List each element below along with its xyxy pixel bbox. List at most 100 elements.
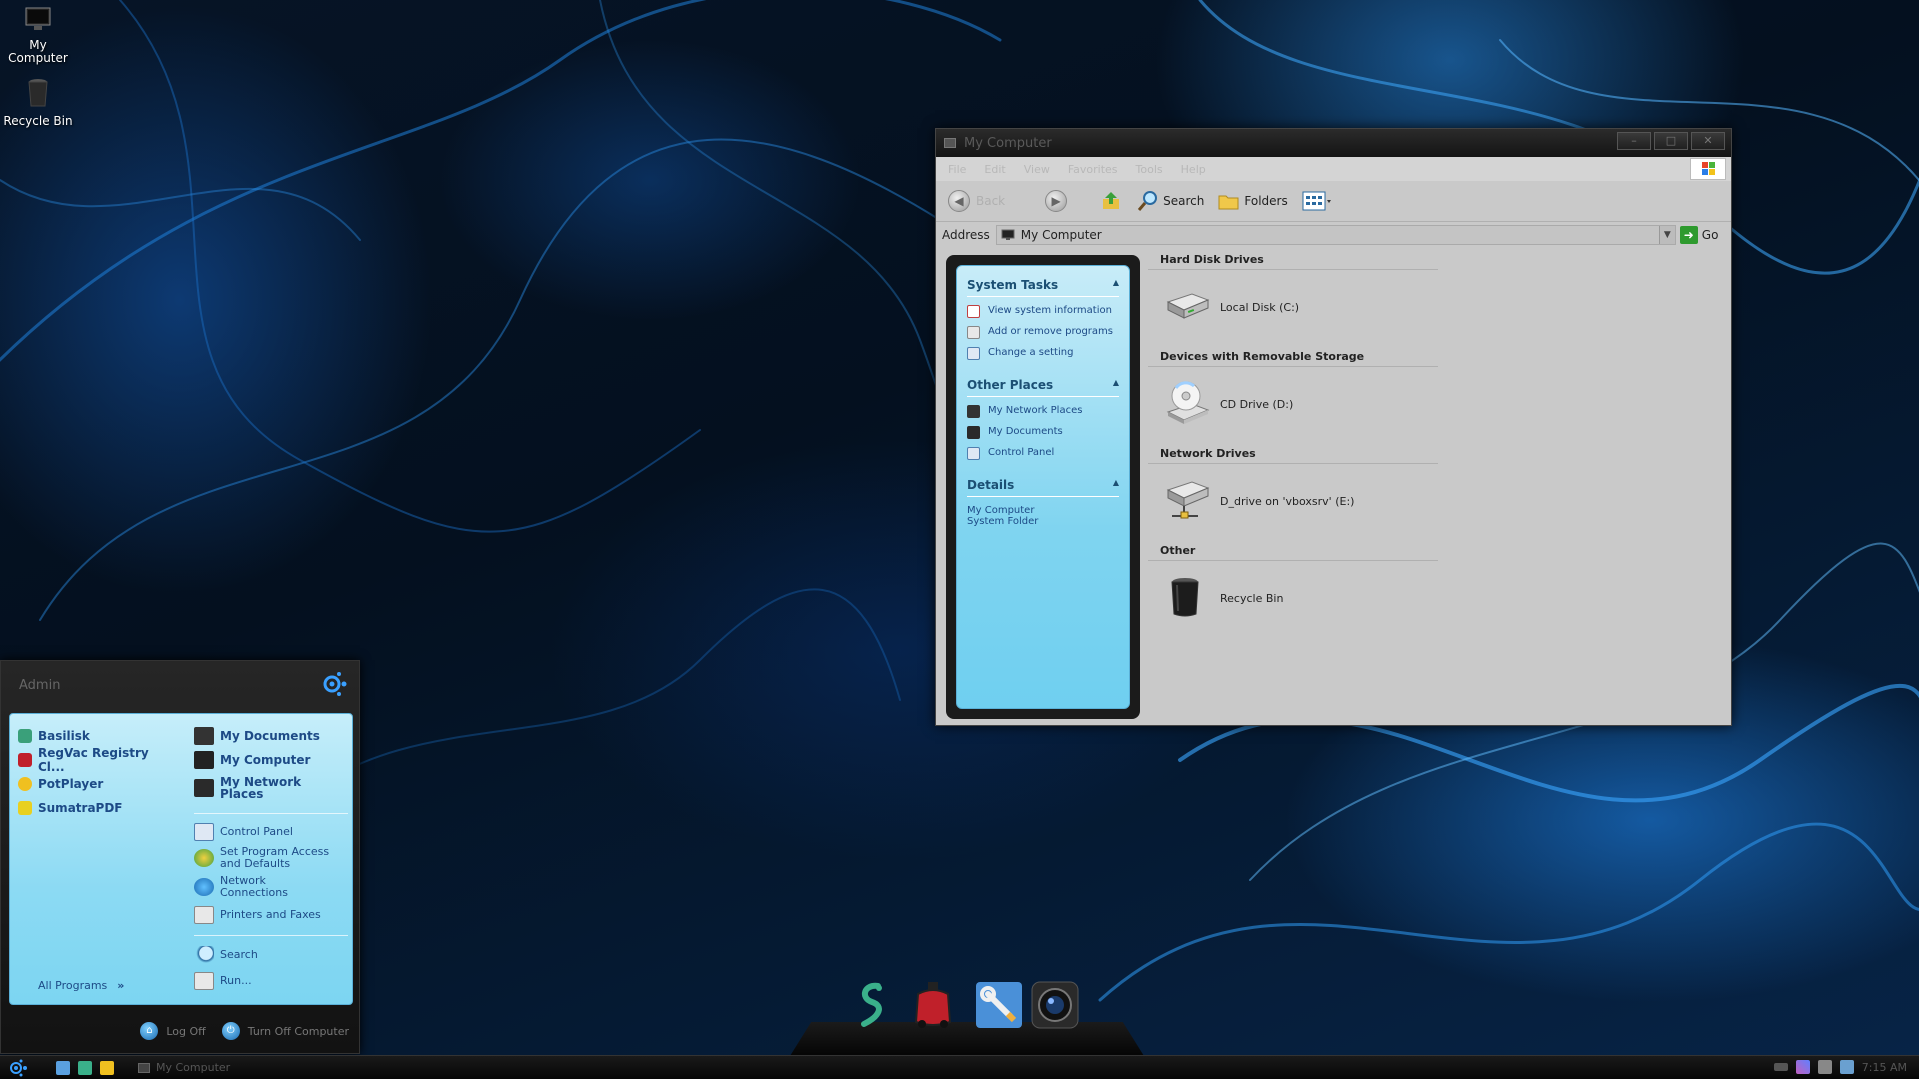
maximize-button[interactable]: □ <box>1654 132 1688 150</box>
menu-label: Run... <box>220 974 252 987</box>
keyboard-icon[interactable] <box>1773 1063 1788 1071</box>
windows-logo-icon <box>1690 158 1726 180</box>
menu-label: Places <box>220 787 264 801</box>
menu-my-computer[interactable]: My Computer <box>194 748 348 772</box>
group-header-network: Network Drives <box>1148 441 1438 464</box>
system-tasks-title: System Tasks <box>967 278 1059 292</box>
menu-label: My Documents <box>220 729 320 743</box>
run-icon <box>194 972 214 990</box>
taskbar-button-my-computer[interactable]: My Computer <box>138 1061 230 1074</box>
program-sumatrapdf[interactable]: SumatraPDF <box>18 796 174 820</box>
address-bar: Address My Computer ▼ ➜ Go <box>936 221 1731 247</box>
menu-search[interactable]: Search <box>194 942 348 968</box>
item-local-disk-c[interactable]: Local Disk (C:) <box>1148 270 1728 344</box>
control-panel-icon <box>967 447 980 460</box>
program-potplayer[interactable]: PotPlayer <box>18 772 174 796</box>
menu-printers-faxes[interactable]: Printers and Faxes <box>194 902 348 928</box>
user-avatar <box>319 669 349 699</box>
quick-launch-explorer-icon[interactable] <box>56 1060 70 1075</box>
quick-launch-basilisk-icon[interactable] <box>78 1060 92 1075</box>
menu-view[interactable]: View <box>1024 163 1050 176</box>
log-off-label: Log Off <box>166 1024 206 1038</box>
dock-camera[interactable] <box>1030 980 1080 1030</box>
clock: 7:15 AM <box>1861 1060 1907 1074</box>
recycle-bin-icon <box>1170 577 1200 620</box>
menu-favorites[interactable]: Favorites <box>1068 163 1118 176</box>
potplayer-icon <box>18 777 32 791</box>
program-regvac[interactable]: RegVac Registry Cl... <box>18 746 174 774</box>
details-header[interactable]: Details ▲ <box>967 478 1119 497</box>
item-label: Recycle Bin <box>1220 591 1284 605</box>
log-off-button[interactable]: ⌂ Log Off <box>140 1022 206 1040</box>
user-name: Admin <box>19 677 61 693</box>
all-programs-label: All Programs <box>38 979 108 992</box>
desktop-icon-my-computer[interactable]: My Computer <box>0 6 76 65</box>
place-control-panel[interactable]: Control Panel <box>967 447 1119 460</box>
documents-icon <box>967 426 980 439</box>
taskbar: My Computer 7:15 AM <box>0 1055 1919 1079</box>
menu-control-panel[interactable]: Control Panel <box>194 820 348 844</box>
address-dropdown-button[interactable]: ▼ <box>1658 225 1675 244</box>
menu-label: Search <box>220 948 258 961</box>
dock-regvac[interactable] <box>908 980 958 1030</box>
menu-run[interactable]: Run... <box>194 968 348 994</box>
desktop-icon-recycle-bin[interactable]: Recycle Bin <box>0 78 76 128</box>
folders-button[interactable]: Folders <box>1218 191 1288 211</box>
shield-icon[interactable] <box>1839 1060 1854 1074</box>
pen-icon[interactable] <box>1795 1060 1810 1074</box>
dock-tools[interactable] <box>974 980 1024 1030</box>
item-cd-drive-d[interactable]: CD Drive (D:) <box>1148 367 1728 441</box>
forward-button[interactable]: ▶ <box>1045 190 1073 212</box>
address-label: Address <box>942 227 990 242</box>
task-pane: System Tasks ▲ View system information A… <box>946 255 1140 719</box>
close-button[interactable]: ✕ <box>1691 132 1725 150</box>
all-programs-button[interactable]: All Programs » <box>38 979 124 992</box>
task-label: Change a setting <box>988 347 1074 358</box>
program-label: PotPlayer <box>38 777 104 791</box>
menu-file[interactable]: File <box>948 163 966 176</box>
folders-label: Folders <box>1244 194 1288 208</box>
window-titlebar[interactable]: My Computer – □ ✕ <box>936 129 1731 157</box>
task-view-system-info[interactable]: View system information <box>967 305 1119 318</box>
start-button[interactable] <box>0 1056 36 1079</box>
search-button[interactable]: Search <box>1137 190 1204 212</box>
turn-off-button[interactable]: ⏻ Turn Off Computer <box>221 1022 349 1040</box>
item-recycle-bin[interactable]: Recycle Bin <box>1148 561 1728 635</box>
back-arrow-icon: ◀ <box>948 190 970 212</box>
control-panel-icon <box>194 823 214 841</box>
program-basilisk[interactable]: Basilisk <box>18 724 174 748</box>
folder-icon <box>1218 195 1239 210</box>
program-access-icon <box>194 849 214 867</box>
collapse-icon: ▲ <box>1112 478 1119 487</box>
views-button[interactable] <box>1302 191 1332 211</box>
task-change-setting[interactable]: Change a setting <box>967 347 1119 360</box>
wrench-tray-icon[interactable] <box>1817 1060 1832 1074</box>
item-network-drive-e[interactable]: D_drive on 'vboxsrv' (E:) <box>1148 464 1728 538</box>
go-button[interactable]: ➜ Go <box>1679 225 1718 244</box>
task-add-remove-programs[interactable]: Add or remove programs <box>967 326 1119 339</box>
other-places-header[interactable]: Other Places ▲ <box>967 378 1119 397</box>
address-field[interactable]: My Computer ▼ <box>995 224 1676 245</box>
place-my-documents[interactable]: My Documents <box>967 426 1119 439</box>
menu-my-documents[interactable]: My Documents <box>194 724 348 748</box>
pinned-programs: Basilisk RegVac Registry Cl... PotPlayer… <box>10 714 182 1004</box>
quick-launch-potplayer-icon[interactable] <box>100 1060 114 1075</box>
monitor-icon <box>0 6 76 35</box>
taskbar-button-label: My Computer <box>156 1061 231 1074</box>
back-button[interactable]: ◀ Back <box>948 190 1005 212</box>
desktop-icon-label: Computer <box>8 51 68 65</box>
menu-my-network-places[interactable]: My Network Places <box>194 772 348 804</box>
menu-edit[interactable]: Edit <box>984 163 1005 176</box>
menu-set-program-access[interactable]: Set Program Access and Defaults <box>194 844 348 872</box>
system-tasks-header[interactable]: System Tasks ▲ <box>967 278 1119 297</box>
dock-basilisk[interactable] <box>848 980 898 1030</box>
menu-tools[interactable]: Tools <box>1136 163 1163 176</box>
menu-help[interactable]: Help <box>1181 163 1206 176</box>
item-label: D_drive on 'vboxsrv' (E:) <box>1220 494 1355 508</box>
menu-network-connections[interactable]: Network Connections <box>194 872 348 902</box>
minimize-button[interactable]: – <box>1617 132 1651 150</box>
place-my-network-places[interactable]: My Network Places <box>967 405 1119 418</box>
menu-label: Printers and Faxes <box>220 908 321 921</box>
place-label: My Documents <box>988 426 1063 437</box>
up-folder-button[interactable] <box>1101 191 1123 211</box>
